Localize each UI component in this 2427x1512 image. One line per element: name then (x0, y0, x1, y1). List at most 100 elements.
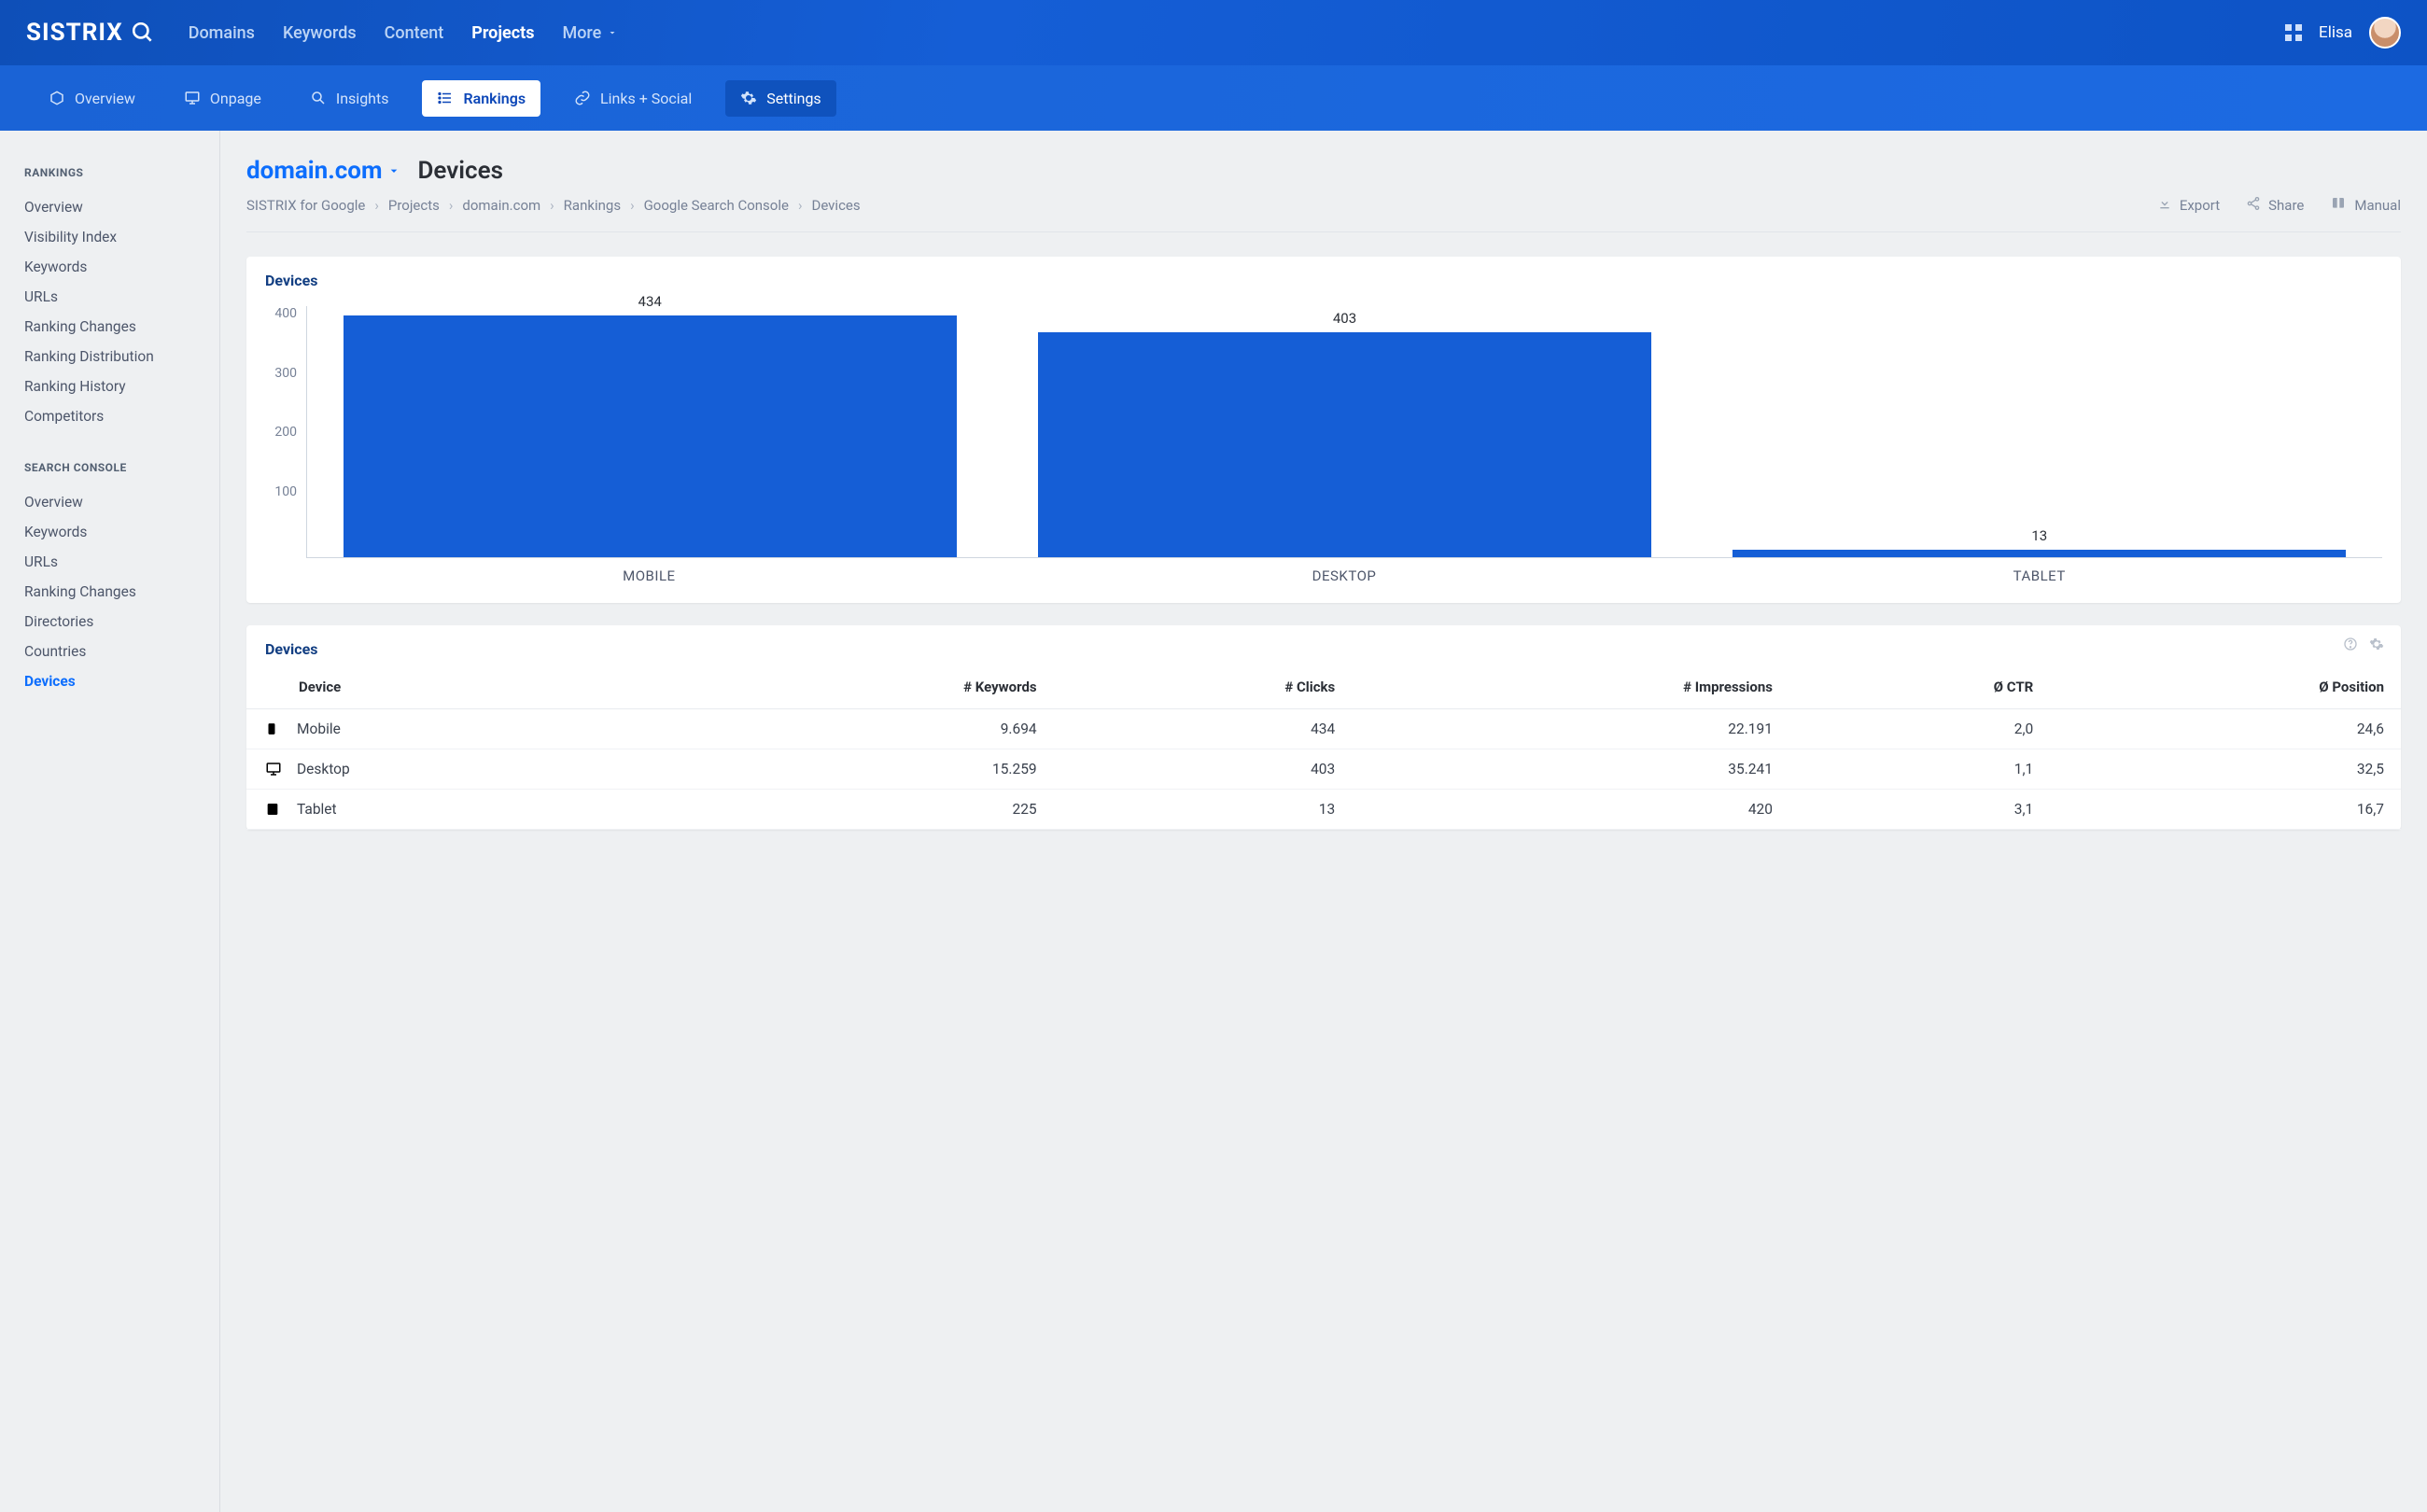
breadcrumb-item[interactable]: Google Search Console (644, 197, 789, 214)
bar (344, 315, 957, 557)
cell-position: 32,5 (2050, 749, 2401, 790)
table-header[interactable]: # Impressions (1352, 665, 1789, 709)
cell-position: 24,6 (2050, 709, 2401, 749)
secnav-label: Onpage (210, 90, 261, 107)
brand-logo[interactable]: SISTRIX (26, 19, 155, 47)
secondary-nav: Overview Onpage Insights Rankings Links + So… (0, 65, 2427, 131)
secnav-item-settings[interactable]: Settings (725, 80, 835, 117)
bar-mobile: 434 (316, 306, 983, 557)
topnav-item-more[interactable]: More (562, 23, 618, 43)
share-icon (2246, 196, 2261, 215)
y-tick: 200 (274, 425, 297, 440)
table-header[interactable]: Device (246, 665, 674, 709)
y-tick: 300 (274, 366, 297, 381)
avatar[interactable] (2369, 17, 2401, 49)
y-tick: 400 (274, 306, 297, 321)
breadcrumb-item[interactable]: domain.com (462, 197, 540, 214)
table-header[interactable]: Ø CTR (1789, 665, 2050, 709)
desktop-icon (265, 761, 282, 777)
sidebar-item-ranking-changes[interactable]: Ranking Changes (24, 577, 195, 607)
sidebar-group: SEARCH CONSOLE OverviewKeywordsURLsRankin… (24, 461, 195, 696)
sidebar-group: RANKINGSOverviewVisibility IndexKeywords… (24, 166, 195, 431)
domain-selector[interactable]: domain.com (246, 157, 401, 185)
breadcrumb-item[interactable]: Rankings (564, 197, 621, 214)
secnav-label: Settings (766, 90, 821, 107)
topnav-item-content[interactable]: Content (385, 23, 444, 43)
link-icon (574, 90, 591, 106)
cell-ctr: 1,1 (1789, 749, 2050, 790)
cell-clicks: 13 (1054, 790, 1353, 830)
bar-value-label: 403 (1011, 310, 1677, 327)
domain-name: domain.com (246, 157, 383, 185)
page-title: Devices (418, 157, 503, 185)
page-action-label: Export (2180, 197, 2220, 214)
cell-keywords: 9.694 (674, 709, 1054, 749)
manual-action[interactable]: Manual (2330, 196, 2401, 215)
gear-icon[interactable] (2369, 637, 2384, 655)
topnav-item-projects[interactable]: Projects (471, 23, 534, 43)
table-card: Devices Device# Keywords# Clicks# Impres… (246, 625, 2401, 830)
cell-keywords: 15.259 (674, 749, 1054, 790)
bar (1733, 550, 2346, 557)
share-action[interactable]: Share (2246, 196, 2304, 215)
x-label: DESKTOP (1011, 567, 1678, 584)
secnav-item-onpage[interactable]: Onpage (169, 80, 276, 117)
sidebar-item-devices[interactable]: Devices (24, 666, 195, 696)
cell-ctr: 2,0 (1789, 709, 2050, 749)
user-name[interactable]: Elisa (2319, 23, 2352, 42)
export-action[interactable]: Export (2157, 196, 2220, 215)
secnav-item-links-social[interactable]: Links + Social (559, 80, 707, 117)
brand-text: SISTRIX (26, 19, 123, 47)
breadcrumb-sep: › (630, 197, 635, 214)
secnav-item-insights[interactable]: Insights (295, 80, 404, 117)
sidebar-item-competitors[interactable]: Competitors (24, 401, 195, 431)
table-header[interactable]: # Clicks (1054, 665, 1353, 709)
sidebar-item-urls[interactable]: URLs (24, 547, 195, 577)
topnav-item-domains[interactable]: Domains (189, 23, 255, 43)
sidebar-item-countries[interactable]: Countries (24, 637, 195, 666)
table-row[interactable]: Tablet225134203,116,7 (246, 790, 2401, 830)
table-header[interactable]: Ø Position (2050, 665, 2401, 709)
book-icon (2330, 196, 2347, 215)
table-row[interactable]: Desktop15.25940335.2411,132,5 (246, 749, 2401, 790)
tablet-icon (265, 801, 282, 818)
search-icon (131, 21, 155, 45)
search-icon (310, 90, 327, 106)
cell-position: 16,7 (2050, 790, 2401, 830)
secnav-item-rankings[interactable]: Rankings (422, 80, 540, 117)
table-header[interactable]: # Keywords (674, 665, 1054, 709)
cell-impressions: 22.191 (1352, 709, 1789, 749)
sidebar-group-title: SEARCH CONSOLE (24, 461, 195, 474)
breadcrumb-item[interactable]: SISTRIX for Google (246, 197, 365, 214)
breadcrumb-item[interactable]: Devices (811, 197, 860, 214)
device-name: Tablet (297, 801, 337, 818)
sidebar-item-overview[interactable]: Overview (24, 487, 195, 517)
secnav-label: Rankings (463, 90, 526, 107)
sidebar-item-ranking-history[interactable]: Ranking History (24, 371, 195, 401)
topnav-label: Projects (471, 23, 534, 43)
apps-icon[interactable] (2285, 24, 2302, 41)
chart-x-axis: MOBILEDESKTOPTABLET (306, 558, 2382, 584)
help-icon[interactable] (2343, 637, 2358, 655)
sidebar-item-ranking-changes[interactable]: Ranking Changes (24, 312, 195, 342)
chart-card: Devices 400300200100 43440313 MOBILEDESK… (246, 257, 2401, 603)
monitor-icon (184, 90, 201, 106)
topnav-item-keywords[interactable]: Keywords (283, 23, 357, 43)
x-label: TABLET (1705, 567, 2373, 584)
cell-clicks: 403 (1054, 749, 1353, 790)
table-card-title: Devices (246, 625, 336, 665)
secnav-item-overview[interactable]: Overview (34, 80, 150, 117)
sidebar-item-urls[interactable]: URLs (24, 282, 195, 312)
sidebar-item-ranking-distribution[interactable]: Ranking Distribution (24, 342, 195, 371)
page-header: domain.com Devices (246, 157, 2401, 185)
download-icon (2157, 196, 2172, 215)
sidebar-item-keywords[interactable]: Keywords (24, 517, 195, 547)
breadcrumb-item[interactable]: Projects (388, 197, 440, 214)
table-row[interactable]: Mobile9.69443422.1912,024,6 (246, 709, 2401, 749)
sidebar-item-visibility-index[interactable]: Visibility Index (24, 222, 195, 252)
secnav-label: Insights (336, 90, 389, 107)
sidebar-item-overview[interactable]: Overview (24, 192, 195, 222)
main: domain.com Devices SISTRIX for Google › Pr… (220, 131, 2427, 1512)
sidebar-item-keywords[interactable]: Keywords (24, 252, 195, 282)
sidebar-item-directories[interactable]: Directories (24, 607, 195, 637)
